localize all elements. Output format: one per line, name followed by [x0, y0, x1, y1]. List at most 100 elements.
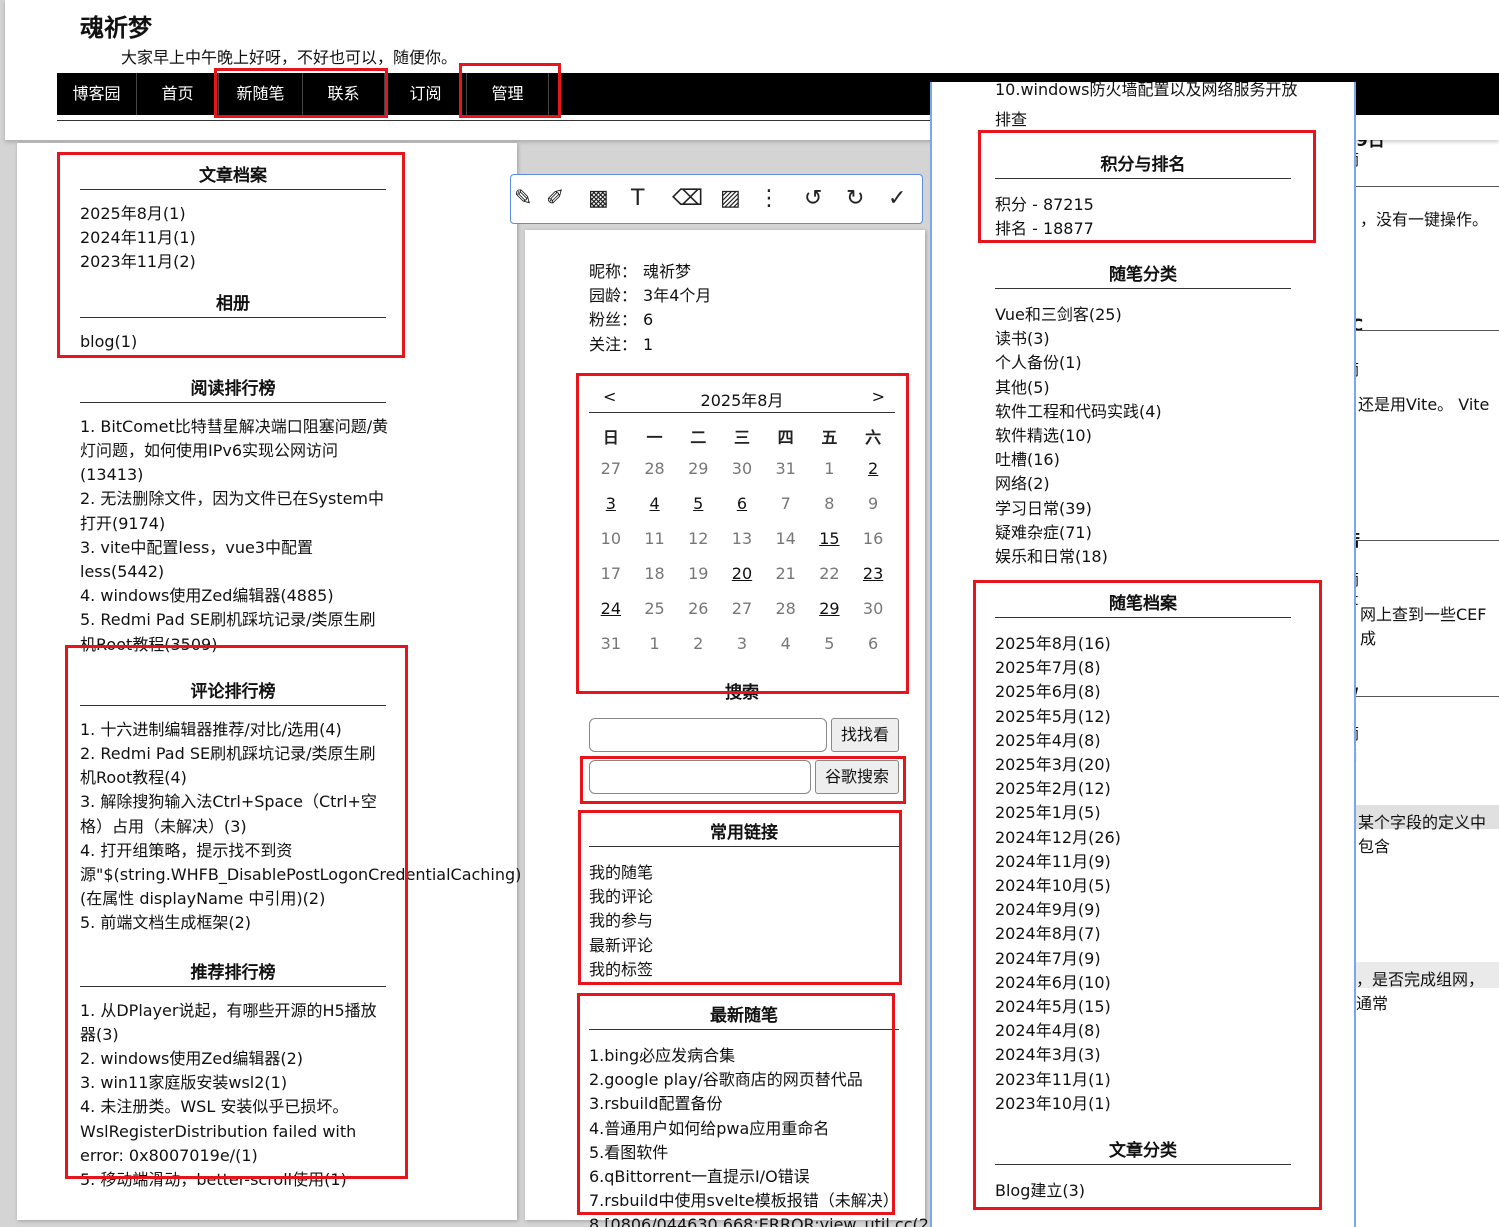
category-item[interactable]: 读书(3) [995, 327, 1291, 351]
post-archive-item[interactable]: 2023年11月(1) [995, 1068, 1291, 1092]
latest-post-item[interactable]: 4.普通用户如何给pwa应用重命名 [589, 1117, 899, 1141]
redo-icon[interactable]: ↻ [846, 186, 864, 211]
nav-subscribe[interactable]: 订阅 [385, 73, 467, 115]
category-item[interactable]: 网络(2) [995, 472, 1291, 496]
read-rank-item[interactable]: 1. BitComet比特彗星解决端口阻塞问题/黄灯问题，如何使用IPv6实现公… [80, 415, 390, 488]
post-archive-item[interactable]: 2024年11月(9) [995, 850, 1291, 874]
recommend-rank-item[interactable]: 3. win11家庭版安装wsl2(1) [80, 1071, 390, 1095]
read-rank-item[interactable]: 4. windows使用Zed编辑器(4885) [80, 584, 390, 608]
calendar-day[interactable]: 20 [720, 556, 764, 591]
recommend-rank-item[interactable]: 1. 从DPlayer说起，有哪些开源的H5播放器(3) [80, 999, 390, 1047]
recommend-rank-item[interactable]: 4. 未注册类。WSL 安装似乎已损坏。WslRegisterDistribut… [80, 1095, 390, 1168]
post-archive-item[interactable]: 2024年4月(8) [995, 1019, 1291, 1043]
category-item[interactable]: Vue和三剑客(25) [995, 303, 1291, 327]
highlighter-icon[interactable]: ✐ [546, 186, 564, 211]
calendar-day[interactable]: 6 [720, 486, 764, 521]
nav-cnblogs[interactable]: 博客园 [57, 73, 137, 115]
category-item[interactable]: 软件工程和代码实践(4) [995, 400, 1291, 424]
google-search-button[interactable]: 谷歌搜索 [815, 760, 899, 794]
archive-item[interactable]: 2025年8月(1) [80, 202, 386, 226]
post-archive-item[interactable]: 2025年4月(8) [995, 729, 1291, 753]
calendar-next[interactable]: > [872, 387, 885, 406]
bg-text-18: ，是否完成组网，通常 [1356, 970, 1485, 1013]
search-input[interactable] [589, 718, 827, 752]
post-archive-item[interactable]: 2025年3月(20) [995, 753, 1291, 777]
article-category-item[interactable]: Blog建立(3) [995, 1179, 1291, 1203]
common-link[interactable]: 我的随笔 [589, 861, 899, 885]
category-item[interactable]: 学习日常(39) [995, 497, 1291, 521]
category-item[interactable]: 娱乐和日常(18) [995, 545, 1291, 569]
confirm-icon[interactable]: ✓ [888, 186, 906, 211]
comment-rank-item[interactable]: 5. 前端文档生成框架(2) [80, 911, 390, 935]
archive-item[interactable]: 2023年11月(2) [80, 250, 386, 274]
recommend-rank-item[interactable]: 2. windows使用Zed编辑器(2) [80, 1047, 390, 1071]
post-title-fragment-2[interactable]: 排查 [995, 106, 1027, 130]
comment-rank-item[interactable]: 3. 解除搜狗输入法Ctrl+Space（Ctrl+空格）占用（未解决）(3) [80, 790, 390, 838]
calendar-day[interactable]: 4 [633, 486, 677, 521]
search-button[interactable]: 找找看 [831, 718, 899, 752]
calendar-day[interactable]: 2 [851, 451, 895, 486]
category-item[interactable]: 疑难杂症(71) [995, 521, 1291, 545]
text-icon[interactable]: T [631, 186, 644, 211]
more-icon[interactable]: ⋮ [758, 186, 780, 211]
nav-manage[interactable]: 管理 [467, 73, 549, 115]
nav-new-post[interactable]: 新随笔 [219, 73, 303, 115]
recommend-rank-item[interactable]: 5. 移动端滑动，better-scroll使用(1) [80, 1168, 390, 1192]
nav-home[interactable]: 首页 [137, 73, 219, 115]
category-item[interactable]: 吐槽(16) [995, 448, 1291, 472]
latest-post-item[interactable]: 6.qBittorrent一直提示I/O错误 [589, 1165, 899, 1189]
post-archive-item[interactable]: 2025年6月(8) [995, 680, 1291, 704]
post-archive-item[interactable]: 2024年6月(10) [995, 971, 1291, 995]
read-rank-item[interactable]: 5. Redmi Pad SE刷机踩坑记录/类原生刷机Root教程(3509) [80, 608, 390, 656]
post-archive-item[interactable]: 2024年5月(15) [995, 995, 1291, 1019]
post-archive-item[interactable]: 2023年10月(1) [995, 1092, 1291, 1116]
eraser-icon[interactable]: ⌫ [672, 186, 703, 211]
latest-post-item[interactable]: 5.看图软件 [589, 1141, 899, 1165]
post-archive-item[interactable]: 2025年5月(12) [995, 705, 1291, 729]
google-search-input[interactable] [589, 760, 811, 794]
hatch-icon[interactable]: ▨ [720, 186, 741, 211]
undo-icon[interactable]: ↺ [804, 186, 822, 211]
post-archive-item[interactable]: 2024年12月(26) [995, 826, 1291, 850]
calendar-day[interactable]: 3 [589, 486, 633, 521]
mosaic-icon[interactable]: ▩ [588, 186, 609, 211]
calendar-day[interactable]: 24 [589, 591, 633, 626]
post-archive-item[interactable]: 2024年8月(7) [995, 922, 1291, 946]
nav-contact[interactable]: 联系 [303, 73, 385, 115]
site-title[interactable]: 魂祈梦 [80, 8, 152, 43]
category-item[interactable]: 软件精选(10) [995, 424, 1291, 448]
comment-rank-item[interactable]: 2. Redmi Pad SE刷机踩坑记录/类原生刷机Root教程(4) [80, 742, 390, 790]
category-item[interactable]: 个人备份(1) [995, 351, 1291, 375]
latest-post-item[interactable]: 3.rsbuild配置备份 [589, 1092, 899, 1116]
latest-post-item[interactable]: 1.bing必应发病合集 [589, 1044, 899, 1068]
post-archive-item[interactable]: 2025年2月(12) [995, 777, 1291, 801]
common-link[interactable]: 我的参与 [589, 909, 899, 933]
common-link[interactable]: 最新评论 [589, 934, 899, 958]
calendar-day[interactable]: 5 [676, 486, 720, 521]
post-title-fragment[interactable]: 10.windows防火墙配置以及网络服务开放 [995, 82, 1298, 100]
latest-post-item[interactable]: 7.rsbuild中使用svelte模板报错（未解决） [589, 1189, 899, 1213]
calendar-day[interactable]: 29 [808, 591, 852, 626]
latest-post-item[interactable]: 8.[0806/044630.668:ERROR:view_util.cc(2 [589, 1213, 929, 1227]
post-archive-item[interactable]: 2024年10月(5) [995, 874, 1291, 898]
calendar-day[interactable]: 23 [851, 556, 895, 591]
post-archive-item[interactable]: 2025年7月(8) [995, 656, 1291, 680]
post-archive-item[interactable]: 2024年9月(9) [995, 898, 1291, 922]
comment-rank-item[interactable]: 4. 打开组策略，提示找不到资源"$(string.WHFB_DisablePo… [80, 839, 521, 912]
post-archive-item[interactable]: 2024年7月(9) [995, 947, 1291, 971]
album-item[interactable]: blog(1) [80, 330, 386, 354]
post-archive-item[interactable]: 2024年3月(3) [995, 1043, 1291, 1067]
post-archive-item[interactable]: 2025年1月(5) [995, 801, 1291, 825]
common-link[interactable]: 我的标签 [589, 958, 899, 982]
read-rank-item[interactable]: 3. vite中配置less，vue3中配置less(5442) [80, 536, 390, 584]
calendar-day[interactable]: 15 [808, 521, 852, 556]
archive-item[interactable]: 2024年11月(1) [80, 226, 386, 250]
latest-post-item[interactable]: 2.google play/谷歌商店的网页替代品 [589, 1068, 899, 1092]
post-archive-item[interactable]: 2025年8月(16) [995, 632, 1291, 656]
pen-icon[interactable]: ✎ [514, 186, 532, 211]
read-rank-item[interactable]: 2. 无法删除文件，因为文件已在System中打开(9174) [80, 487, 390, 535]
common-link[interactable]: 我的评论 [589, 885, 899, 909]
category-item[interactable]: 其他(5) [995, 376, 1291, 400]
profile-value[interactable]: 魂祈梦 [643, 262, 691, 281]
comment-rank-item[interactable]: 1. 十六进制编辑器推荐/对比/选用(4) [80, 718, 390, 742]
